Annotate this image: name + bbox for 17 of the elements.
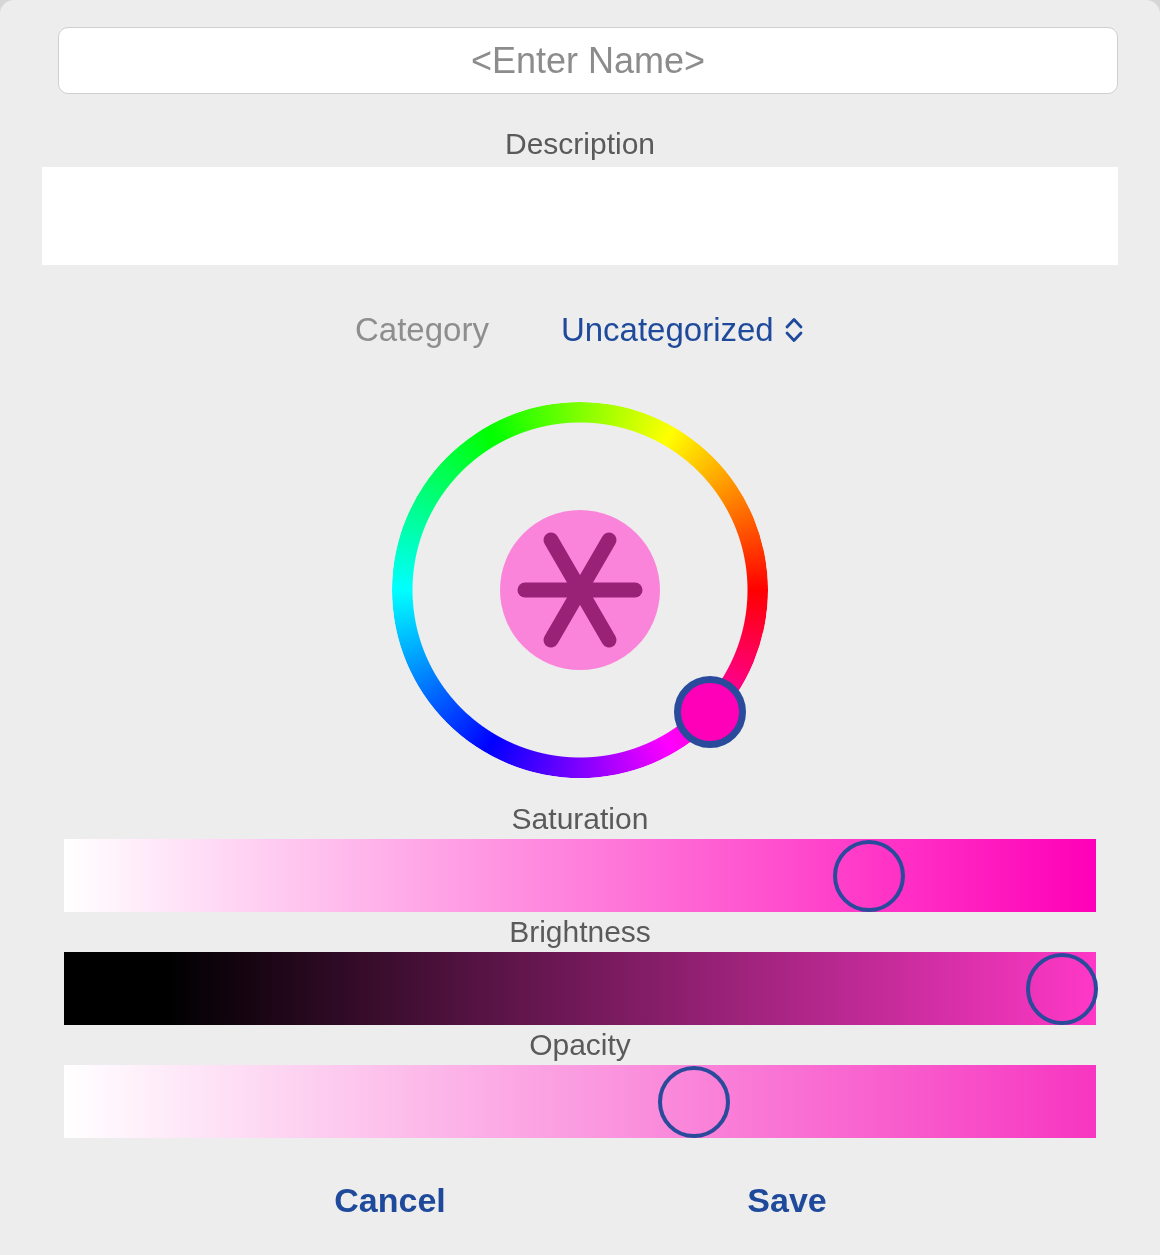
- opacity-slider-track[interactable]: [64, 1065, 1096, 1138]
- save-button[interactable]: Save: [687, 1175, 887, 1225]
- slider-thumb[interactable]: [657, 1065, 730, 1138]
- slider-thumb[interactable]: [832, 839, 905, 912]
- cancel-button[interactable]: Cancel: [290, 1175, 490, 1225]
- description-label: Description: [504, 127, 656, 161]
- name-field[interactable]: <Enter Name>: [58, 27, 1118, 94]
- saturation-slider-track[interactable]: [64, 839, 1096, 912]
- slider-label: Opacity: [529, 1028, 631, 1062]
- slider-label: Brightness: [509, 915, 651, 949]
- category-dropdown[interactable]: Uncategorized: [560, 310, 804, 350]
- chevron-up-down-icon: [783, 316, 804, 344]
- category-label: Category: [355, 310, 489, 350]
- slider-thumb[interactable]: [1025, 952, 1098, 1025]
- brightness-slider-track[interactable]: [64, 952, 1096, 1025]
- slider-label: Saturation: [511, 802, 649, 836]
- asterisk-icon: [500, 510, 660, 670]
